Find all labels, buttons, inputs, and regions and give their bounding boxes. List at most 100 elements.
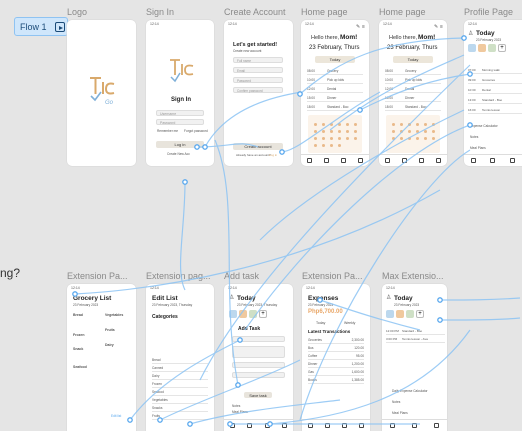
menu-icon[interactable]: ≡ <box>362 24 365 30</box>
calendar-widget[interactable] <box>308 115 362 153</box>
edit-icon[interactable]: ✎ <box>434 24 438 30</box>
home-icon[interactable] <box>471 158 477 163</box>
frame-title-ext2[interactable]: Extension pag... <box>146 271 211 281</box>
task-row[interactable]: 15:00 Dinner <box>307 96 363 102</box>
frame-home-2[interactable]: 12:14 ✎ ≡ Hello there, Mom! 23 February,… <box>379 20 447 166</box>
password-input[interactable]: Password <box>156 119 204 125</box>
frame-title-maxext[interactable]: Max Extensio... <box>382 271 444 281</box>
login-button[interactable]: Log in <box>156 141 204 148</box>
home-icon[interactable] <box>308 423 313 428</box>
frame-home-1[interactable]: 12:14 ✎ ≡ Hello there, Mom! 23 February,… <box>301 20 369 166</box>
member-avatar[interactable] <box>396 310 404 318</box>
task-row[interactable]: 07:00 Morning walk <box>468 68 522 74</box>
member-avatar[interactable] <box>488 44 496 52</box>
confirm-password-input[interactable]: Confirm password <box>233 87 283 93</box>
user-icon[interactable]: ♙ <box>386 294 391 301</box>
frame-profile[interactable]: 12:14 ♙ Today 23 February 2023 + 07:00 Mo… <box>464 20 522 166</box>
expense-link[interactable]: Daily Expense Calculator <box>392 389 428 393</box>
flow-starting-point[interactable]: Flow 1 <box>14 17 68 36</box>
bell-icon[interactable] <box>341 158 346 163</box>
category-row[interactable]: Dairy <box>152 374 208 380</box>
category-row[interactable]: Snacks <box>152 406 208 412</box>
frame-grocery-list[interactable]: 12:14 Grocery List 23 February 2023 Brea… <box>67 284 136 431</box>
notes-link[interactable]: Notes <box>470 135 478 139</box>
today-tab[interactable]: Today <box>393 56 433 63</box>
fullname-input[interactable]: Full name <box>233 57 283 63</box>
today-tab[interactable]: Today <box>315 56 355 63</box>
meal-plans-link[interactable]: Meal Plans <box>470 146 486 150</box>
email-input[interactable]: Email <box>233 67 283 73</box>
bell-icon[interactable] <box>433 423 439 428</box>
task-name-input[interactable] <box>232 336 285 342</box>
notes-icon[interactable] <box>411 423 417 428</box>
bell-icon[interactable] <box>342 423 347 428</box>
category-row[interactable]: Seafood <box>152 390 208 396</box>
remember-me-checkbox[interactable]: Remember me <box>157 129 178 133</box>
notes-icon[interactable] <box>490 158 496 163</box>
expense-link[interactable]: Expense Calculator <box>470 124 498 128</box>
member-avatar[interactable] <box>406 310 414 318</box>
category-row[interactable]: Vegetables <box>152 398 208 404</box>
home-icon[interactable] <box>307 158 312 163</box>
task-row[interactable]: 3:00 PM Tennis lesson - Ava <box>386 337 445 343</box>
tab-weekly[interactable]: Weekly <box>344 321 355 325</box>
task-time-picker[interactable] <box>232 346 285 358</box>
tab-today[interactable]: Today <box>316 321 325 325</box>
forgot-password-link[interactable]: Forgot password <box>184 129 208 133</box>
category-row[interactable]: Bread <box>152 358 208 364</box>
task-row[interactable]: 10:00 Pick up kids <box>385 78 441 84</box>
notes-icon[interactable] <box>325 423 330 428</box>
category-row[interactable]: Fruits <box>152 414 208 420</box>
frame-title-home2[interactable]: Home page <box>379 7 426 17</box>
user-icon[interactable]: ♙ <box>468 30 473 37</box>
notes-link[interactable]: Notes <box>392 400 400 404</box>
transaction-row[interactable]: Bus 120.00 <box>308 346 364 352</box>
play-flow-icon[interactable] <box>54 21 65 32</box>
task-row[interactable]: 16:00 Tennis lesson <box>468 108 522 114</box>
frame-title-ext1[interactable]: Extension Pa... <box>67 271 128 281</box>
task-row[interactable]: 13:00 Standard - Boo <box>468 98 522 104</box>
meal-plans-link[interactable]: Meal Plans <box>232 410 248 414</box>
bell-icon[interactable] <box>264 423 270 428</box>
frame-create-account[interactable]: 12:14 Let's get started! Create new acco… <box>224 20 293 166</box>
save-task-button[interactable]: Save task <box>244 392 272 398</box>
edit-list-link[interactable]: Edit list <box>111 414 121 418</box>
bell-icon[interactable] <box>419 158 424 163</box>
category-row[interactable]: Canned <box>152 366 208 372</box>
profile-icon[interactable] <box>436 158 441 163</box>
notes-icon[interactable] <box>324 158 329 163</box>
create-account-button[interactable]: Create account <box>233 143 283 150</box>
home-icon[interactable] <box>390 423 396 428</box>
transaction-row[interactable]: Books 1,385.00 <box>308 378 364 384</box>
task-row[interactable]: 18:00 Standard - Boo <box>385 105 441 111</box>
member-avatar[interactable] <box>468 44 476 52</box>
bell-icon[interactable] <box>509 158 515 163</box>
member-avatar[interactable] <box>249 310 257 318</box>
task-row[interactable]: 10:30 Dental <box>468 88 522 94</box>
frame-signin[interactable]: 12:14 Sign In Username Password Remember… <box>146 20 214 166</box>
frame-expenses[interactable]: 12:14 Expenses 23 February 2023 Php6,700… <box>302 284 370 431</box>
password-input[interactable]: Password <box>233 77 283 83</box>
transaction-row[interactable]: Coffee 95.00 <box>308 354 364 360</box>
task-row[interactable]: 08:00 Grocery <box>307 69 363 75</box>
calendar-widget[interactable] <box>386 115 440 153</box>
profile-icon[interactable] <box>281 423 287 428</box>
task-member-select[interactable] <box>232 362 285 368</box>
task-row[interactable]: 12:00 Dental <box>385 87 441 93</box>
login-link[interactable]: Log in <box>269 153 277 157</box>
transaction-row[interactable]: Groceries 2,300.00 <box>308 338 364 344</box>
frame-title-signin[interactable]: Sign In <box>146 7 174 17</box>
frame-title-ext3[interactable]: Extension Pa... <box>302 271 363 281</box>
task-row[interactable]: 09:00 Groceries <box>468 78 522 84</box>
meal-plans-link[interactable]: Meal Plans <box>392 411 408 415</box>
task-row[interactable]: 12:00 Dental <box>307 87 363 93</box>
edit-icon[interactable]: ✎ <box>356 24 360 30</box>
task-row[interactable]: 08:00 Grocery <box>385 69 441 75</box>
home-icon[interactable] <box>385 158 390 163</box>
create-account-link[interactable]: Create New Acc <box>167 152 190 156</box>
notes-icon[interactable] <box>247 423 253 428</box>
frame-logo[interactable]: Go <box>67 20 136 166</box>
member-avatar[interactable] <box>386 310 394 318</box>
add-member-button[interactable]: + <box>416 310 424 318</box>
task-row[interactable]: 12:00 PM Standard - Boo <box>386 329 445 335</box>
